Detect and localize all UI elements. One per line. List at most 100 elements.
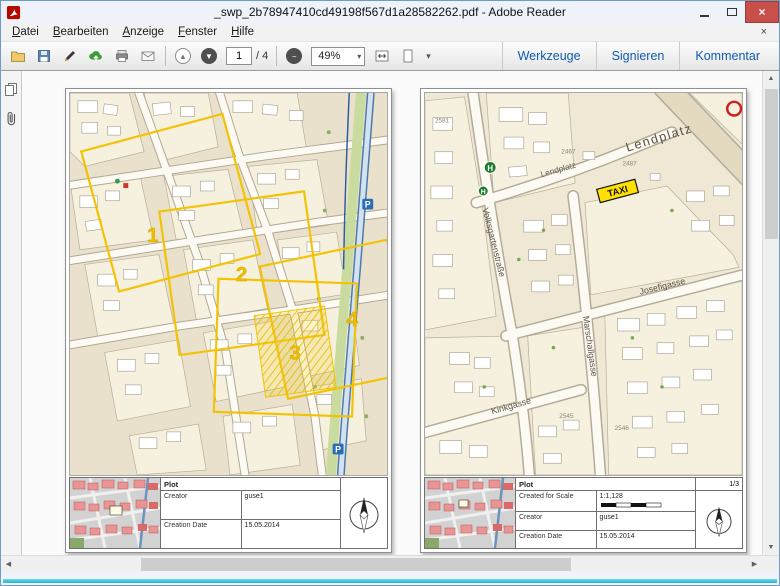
scroll-left-icon: ◀ (6, 560, 11, 568)
window-accent-line (3, 579, 777, 583)
scroll-down-button[interactable]: ▼ (763, 540, 779, 555)
parcel-label: 2545 (559, 413, 574, 420)
svg-text:P: P (365, 200, 371, 210)
minimize-icon (700, 15, 709, 17)
map-page-1: P P (69, 92, 388, 476)
scroll-right-icon: ▶ (752, 560, 757, 568)
menu-hilfe[interactable]: Hilfe (224, 24, 261, 40)
plot-label-4: 4 (347, 308, 359, 331)
sign-pen-icon (62, 48, 78, 64)
plot-label-1: 1 (147, 224, 159, 247)
page-down-icon: ▼ (205, 52, 213, 61)
fit-width-button[interactable] (369, 44, 395, 68)
open-folder-icon (10, 48, 26, 64)
scrollbar-corner (762, 556, 779, 573)
page-thumbnails-button[interactable] (2, 79, 20, 99)
close-button[interactable]: × (745, 1, 779, 23)
plot-footer-2: Plot Created for Scale 1:1,128 (424, 477, 743, 549)
creation-date-value: 15.05.2014 (242, 520, 340, 548)
page-count-label: / 4 (256, 50, 268, 62)
email-button[interactable] (135, 44, 161, 68)
window-controls: × (691, 1, 779, 23)
page-number-input[interactable] (226, 47, 252, 65)
kommentar-button[interactable]: Kommentar (679, 42, 775, 70)
scroll-down-icon: ▼ (768, 544, 775, 551)
menubar-close-icon[interactable]: × (753, 26, 775, 38)
scroll-up-button[interactable]: ▲ (763, 71, 779, 86)
parcel-label: 2487 (623, 161, 638, 168)
zoom-select[interactable]: 49% ▾ (311, 47, 365, 66)
window-title: _swp_2b78947410cd49198f567d1a28582262.pd… (214, 5, 566, 19)
cloud-upload-icon (88, 48, 104, 64)
vertical-scrollbar[interactable]: ▲ ▼ (762, 71, 779, 555)
parcel-label: 2581 (435, 117, 450, 124)
toolbar: ▲ ▼ / 4 − 49% ▾ ▾ Werkzeuge (1, 42, 779, 71)
zoom-value: 49% (318, 50, 340, 62)
menubar: Datei Bearbeiten Anzeige Fenster Hilfe × (1, 23, 779, 42)
transit-stop-icon: H (484, 162, 496, 174)
next-page-button[interactable]: ▼ (196, 44, 222, 68)
overview-mini-map (425, 478, 515, 548)
save-file-button[interactable] (31, 44, 57, 68)
creator-label: Creator (161, 491, 242, 519)
content-area: P P (1, 71, 779, 555)
horizontal-scrollbar[interactable]: ◀ ▶ (1, 555, 779, 572)
horizontal-scrollbar-thumb[interactable] (141, 558, 571, 571)
svg-text:H: H (481, 189, 486, 196)
creation-date-label: Creation Date (516, 531, 597, 549)
green-marker-icon (115, 179, 120, 184)
overview-mini-map (70, 478, 160, 548)
fit-page-icon (400, 48, 416, 64)
compass-cell: 1/3 (696, 478, 742, 548)
fit-page-button[interactable] (395, 44, 421, 68)
scroll-right-button[interactable]: ▶ (747, 556, 762, 573)
menu-datei[interactable]: Datei (5, 24, 46, 40)
toolbar-more-dropdown[interactable]: ▾ (421, 51, 436, 62)
previous-page-button[interactable]: ▲ (170, 44, 196, 68)
pages-row: P P (22, 71, 762, 553)
menu-fenster[interactable]: Fenster (171, 24, 224, 40)
titlebar[interactable]: _swp_2b78947410cd49198f567d1a28582262.pd… (1, 1, 779, 23)
zoom-out-icon: − (292, 52, 297, 61)
open-file-button[interactable] (5, 44, 31, 68)
print-button[interactable] (109, 44, 135, 68)
minimize-button[interactable] (691, 1, 718, 23)
zoom-out-button[interactable]: − (281, 44, 307, 68)
creator-label: Creator (516, 512, 597, 530)
menu-anzeige[interactable]: Anzeige (116, 24, 172, 40)
document-canvas[interactable]: P P (22, 71, 762, 555)
adobe-reader-window: _swp_2b78947410cd49198f567d1a28582262.pd… (0, 0, 780, 586)
svg-text:P: P (335, 445, 341, 455)
red-marker-icon (123, 183, 128, 188)
creator-value: guse1 (597, 512, 695, 530)
toolbar-separator (165, 46, 166, 66)
scroll-left-button[interactable]: ◀ (1, 556, 16, 573)
parcel-label: 2546 (615, 425, 630, 432)
send-file-button[interactable] (83, 44, 109, 68)
menu-bearbeiten[interactable]: Bearbeiten (46, 24, 116, 40)
plot-page-indicator: 1/3 (696, 478, 742, 491)
scale-bar (600, 501, 662, 509)
creation-date-value: 15.05.2014 (597, 531, 695, 549)
window-bottom-edge (1, 572, 779, 585)
svg-text:H: H (487, 164, 493, 173)
creator-value: guse1 (242, 491, 340, 519)
signieren-button[interactable]: Signieren (596, 42, 680, 70)
fit-width-icon (374, 48, 390, 64)
footer-title: Plot (164, 480, 178, 489)
footer-title: Plot (519, 480, 533, 489)
pdf-page-2[interactable]: Lendplatz Lendplatz Volksgartenstraße Jo… (420, 88, 747, 553)
werkzeuge-button[interactable]: Werkzeuge (502, 42, 596, 70)
vertical-scrollbar-thumb[interactable] (765, 89, 778, 239)
pdf-page-1[interactable]: P P (65, 88, 392, 553)
page-up-icon: ▲ (179, 52, 187, 61)
north-arrow-compass (696, 491, 742, 548)
north-arrow-compass (341, 478, 387, 548)
navigation-pane-strip (1, 71, 22, 555)
attachments-button[interactable] (2, 109, 20, 129)
maximize-button[interactable] (718, 1, 745, 23)
adobe-reader-app-icon (6, 5, 21, 20)
maximize-icon (727, 8, 737, 16)
sign-button[interactable] (57, 44, 83, 68)
map-page-2: Lendplatz Lendplatz Volksgartenstraße Jo… (424, 92, 743, 476)
